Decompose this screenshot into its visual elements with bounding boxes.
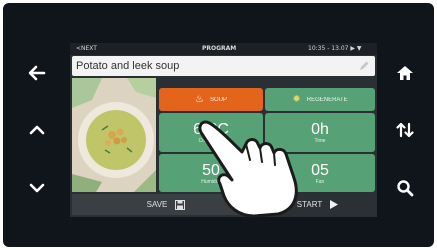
arrow-left-icon	[28, 65, 46, 81]
back-button[interactable]	[24, 60, 50, 86]
play-icon	[330, 200, 339, 209]
chevron-up-icon	[29, 125, 45, 135]
home-icon	[397, 66, 413, 80]
pencil-icon[interactable]	[358, 60, 370, 72]
sort-button[interactable]	[392, 117, 418, 143]
recipe-name-field[interactable]: Potato and leek soup	[72, 56, 375, 76]
floppy-disk-icon	[175, 199, 186, 210]
scroll-down-button[interactable]	[24, 175, 50, 201]
recipe-name: Potato and leek soup	[76, 60, 180, 72]
sort-arrows-icon	[396, 122, 414, 138]
status-left-text[interactable]: <NEXT	[76, 45, 97, 52]
sun-icon: ✹	[292, 93, 301, 105]
recipe-photo	[72, 78, 156, 192]
screen-title: PROGRAM	[202, 45, 237, 52]
soup-bowl-icon: ♨	[195, 93, 204, 105]
save-label: SAVE	[146, 200, 168, 209]
search-icon	[397, 180, 414, 197]
pointing-hand-icon	[198, 120, 298, 218]
status-bar: <NEXT PROGRAM 10:35 - 13.07 ▶ ▼	[70, 43, 377, 55]
search-button[interactable]	[392, 175, 418, 201]
home-button[interactable]	[392, 60, 418, 86]
status-clock: 10:35 - 13.07 ▶ ▼	[308, 45, 362, 52]
scroll-up-button[interactable]	[24, 117, 50, 143]
chevron-down-icon	[29, 183, 45, 193]
